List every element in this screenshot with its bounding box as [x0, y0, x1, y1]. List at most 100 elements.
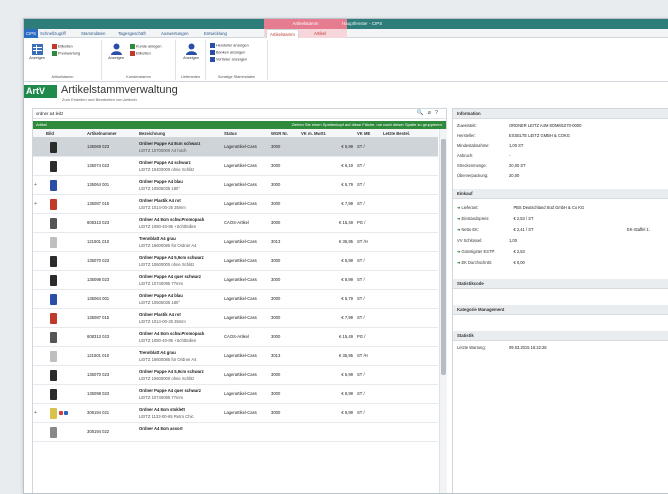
article-description: LEITZ 10400000 ohne Schlitz — [139, 167, 195, 172]
product-thumbnail — [50, 142, 57, 153]
col-bezeichnung[interactable]: Bezeichnung — [139, 131, 165, 136]
article-description: LEITZ 10700000 A4 hoch — [139, 148, 187, 153]
detail-key: Mindestabnahme: — [457, 143, 490, 148]
lieferanten-anzeigen-button[interactable]: Anzeigen — [180, 43, 202, 60]
article-status: Lagerartikel-Cass — [224, 163, 257, 168]
group-label-sonstige: Sonstige Stammdaten — [217, 75, 256, 79]
detail-value: € 2,41 / ST — [513, 227, 534, 232]
article-title: Ordner A4 8cm schw.Promopack — [139, 217, 205, 222]
link-icon[interactable]: ➜ — [457, 249, 460, 254]
detail-value: ESSELTE LEITZ GMBH & COKG — [509, 133, 570, 138]
preiswartung-label: Preiswartung — [58, 51, 81, 56]
detail-pane: Information Zuweisteit: ORDNER LEITZ A4M … — [452, 108, 668, 493]
section-statistikcode[interactable]: Statistikcode — [453, 279, 668, 289]
search-input[interactable]: ordner a4 leitz — [36, 111, 63, 116]
kunden-etiketten-button[interactable]: Etiketten — [130, 51, 151, 56]
kunde-anlegen-button[interactable]: Kunde anlegen — [130, 44, 162, 49]
table-row[interactable]: 135074 023 Ordner Pappe A4 schwarz LEITZ 1… — [33, 157, 438, 176]
table-row[interactable]: 135070 023 Ordner Pappe A4 5,9cm schwarz L… — [33, 366, 438, 385]
detail-row: ➜Lieferant: PBS Deutschland Süd GmbH & Co… — [457, 205, 584, 210]
article-description: LEITZ 1014-00-25 35mm — [139, 205, 186, 210]
tab-auswertungen[interactable]: Auswertungen — [161, 29, 188, 38]
col-bild[interactable]: Bild — [46, 131, 54, 136]
search-bar[interactable]: ordner a4 leitz 🔍⌀? — [33, 109, 446, 119]
clear-icon[interactable]: ⌀ — [428, 110, 435, 116]
article-number: 135070 023 — [87, 258, 110, 263]
tab-artikel[interactable]: Artikel — [314, 29, 326, 38]
article-description: LEITZ 10505035 180° — [139, 300, 181, 305]
table-row[interactable]: 608313 023 Ordner A4 8cm schw.Promopack LE… — [33, 328, 438, 347]
table-row[interactable]: 135064 001 Ordner Pappe A4 blau LEITZ 1050… — [33, 290, 438, 309]
grid-scrollbar[interactable] — [439, 129, 447, 493]
table-row[interactable]: 135098 023 Ordner Pappe A4 quer schwarz LE… — [33, 385, 438, 404]
table-row[interactable]: 121501 010 Trennblatt A4 grau LEITZ 166000… — [33, 347, 438, 366]
article-wgr: 3013 — [271, 239, 281, 244]
article-wgr: 3000 — [271, 201, 281, 206]
table-row[interactable]: 308194 022 Ordner A4 8cm assort — [33, 423, 438, 442]
expand-icon[interactable]: + — [34, 182, 37, 188]
table-row[interactable]: +135064 001 Ordner Pappe A4 blau LEITZ 105… — [33, 176, 438, 195]
table-row[interactable]: 135098 023 Ordner Pappe A4 quer schwarz LE… — [33, 271, 438, 290]
section-kategorie[interactable]: Kategorie Management — [453, 305, 668, 315]
detail-value: 1,00 ST — [509, 143, 524, 148]
lieferanten-anzeigen-label: Anzeigen — [183, 56, 199, 60]
group-label-artikelstamm: Artikelstamm — [51, 75, 74, 79]
search-icon[interactable]: 🔍 — [417, 110, 428, 116]
article-description: LEITZ 16600085 für Ordner A4 — [139, 357, 197, 362]
group-hint: Ziehen Sie einen Spaltenkopf auf diese F… — [291, 122, 443, 127]
tab-cips[interactable]: CIPS — [24, 29, 38, 38]
tab-schnellzugriff[interactable]: Schnellzugriff — [40, 29, 66, 38]
preiswartung-button[interactable]: Preiswartung — [52, 51, 80, 56]
expand-icon[interactable]: + — [34, 201, 37, 207]
link-icon[interactable]: ➜ — [457, 216, 460, 221]
article-title: Ordner Pappe A4 blau — [139, 179, 183, 184]
article-unit: ST / — [357, 277, 365, 282]
article-status: Lagerartikel-Cass — [224, 277, 257, 282]
table-row[interactable]: 135087 015 Ordner Plastik A4 rot LEITZ 101… — [33, 309, 438, 328]
tab-entwicklung[interactable]: Entwicklung — [204, 29, 227, 38]
kundenstamm-anzeigen-button[interactable]: Anzeigen — [105, 43, 127, 60]
article-unit: ST / — [357, 391, 365, 396]
table-row[interactable]: 121501 010 Trennblatt A4 grau LEITZ 166000… — [33, 233, 438, 252]
article-price: € 5,99 — [341, 258, 353, 263]
section-information[interactable]: Information — [453, 109, 668, 119]
link-icon[interactable]: ➜ — [457, 205, 460, 210]
table-row[interactable]: 608313 023 Ordner A4 8cm schw.Promopack LE… — [33, 214, 438, 233]
table-row[interactable]: +308194 021 Ordner A4 8cm stoklett LEITZ 1… — [33, 404, 438, 423]
etiketten-button[interactable]: Etiketten — [52, 44, 73, 49]
artikelstamm-anzeigen-button[interactable]: Anzeigen — [27, 44, 47, 60]
scrollbar-thumb[interactable] — [441, 139, 446, 375]
article-title: Trennblatt A4 grau — [139, 236, 176, 241]
help-icon[interactable]: ? — [435, 110, 442, 116]
supplier-icon — [185, 43, 197, 55]
col-wgr[interactable]: WGR Nr. — [271, 131, 288, 136]
article-unit: ST / — [357, 315, 365, 320]
article-unit: PG / — [357, 334, 366, 339]
article-title: Ordner Pappe A4 8cm schwarz — [139, 141, 201, 146]
link-icon[interactable]: ➜ — [457, 260, 460, 265]
section-einkauf[interactable]: Einkauf — [453, 189, 668, 199]
table-row[interactable]: 135069 023 Ordner Pappe A4 8cm schwarz LEI… — [33, 138, 438, 157]
product-thumbnail — [50, 161, 57, 172]
col-letzte-bestel[interactable]: Letzte Bestel. — [383, 131, 410, 136]
vertreter-anzeigen-button[interactable]: Vertreter anzeigen — [210, 57, 247, 62]
tab-artikelstamm[interactable]: Artikelstamm — [266, 29, 299, 38]
col-status[interactable]: Status — [224, 131, 237, 136]
detail-key: Streckenmenge: — [457, 163, 487, 168]
expand-icon[interactable]: + — [34, 410, 37, 416]
article-number: 135098 023 — [87, 277, 110, 282]
tab-tagesgeschaeft[interactable]: Tagesgeschäft — [118, 29, 146, 38]
group-by-bar[interactable]: Artikel Ziehen Sie einen Spaltenkopf auf… — [33, 121, 446, 129]
table-row[interactable]: +135087 015 Ordner Plastik A4 rot LEITZ 10… — [33, 195, 438, 214]
banken-anzeigen-button[interactable]: Banken anzeigen — [210, 50, 245, 55]
tab-stammdaten[interactable]: Stammdaten — [81, 29, 105, 38]
col-artikelnummer[interactable]: Artikelnummer — [87, 131, 117, 136]
group-label-kundenstamm: Kundenstamm — [126, 75, 151, 79]
col-vk-me[interactable]: VK ME — [357, 131, 370, 136]
col-vk-mwst[interactable]: VK m. MwSt. — [301, 131, 326, 136]
hersteller-label: Hersteller anzeigen — [216, 43, 249, 48]
hersteller-anzeigen-button[interactable]: Hersteller anzeigen — [210, 43, 249, 48]
table-row[interactable]: 135070 023 Ordner Pappe A4 5,9cm schwarz L… — [33, 252, 438, 271]
link-icon[interactable]: ➜ — [457, 227, 460, 232]
section-statistik[interactable]: Statistik — [453, 331, 668, 341]
